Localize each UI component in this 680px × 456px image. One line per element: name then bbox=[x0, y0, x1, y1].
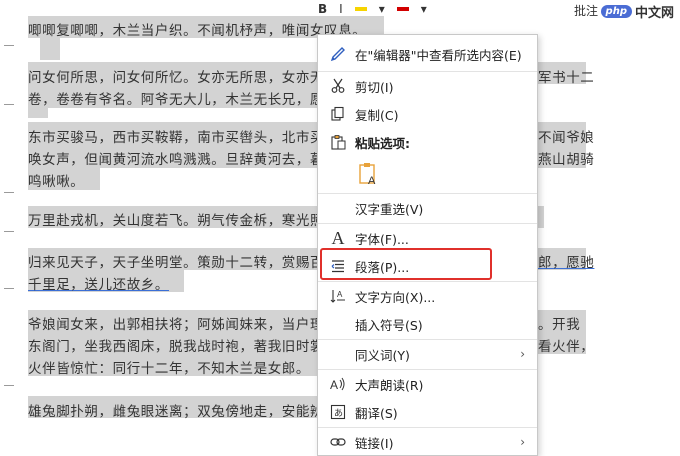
menu-item-read-aloud[interactable]: A 大声朗读(R) bbox=[318, 371, 537, 397]
comment-label[interactable]: 批注 bbox=[574, 2, 598, 19]
menu-item-view-in-editor[interactable]: 在"编辑器"中查看所选内容(E) bbox=[318, 41, 537, 67]
text-line[interactable]: 唤女声，但闻黄河流水鸣溅溅。旦辞黄河去，暮 bbox=[28, 148, 324, 168]
text-fragment[interactable]: 军书十二 bbox=[538, 66, 594, 86]
margin-mark bbox=[4, 45, 14, 46]
copy-icon bbox=[329, 105, 347, 123]
menu-item-label: 文字方向(X)... bbox=[355, 289, 436, 305]
menu-item-reselect-hanzi[interactable]: 汉字重选(V) bbox=[318, 195, 537, 221]
text-line[interactable]: 唧唧复唧唧，木兰当户织。不闻机杼声，唯闻女叹息。 bbox=[28, 19, 366, 39]
font-icon: A bbox=[331, 227, 345, 248]
pen-icon bbox=[329, 45, 347, 63]
text-line[interactable]: 鸣啾啾。 bbox=[28, 170, 84, 190]
selection-highlight bbox=[40, 38, 60, 60]
menu-item-label: 同义词(Y) bbox=[355, 347, 410, 363]
text-fragment[interactable]: 看火伴， bbox=[538, 335, 594, 355]
menu-item-label: 在"编辑器"中查看所选内容(E) bbox=[355, 47, 522, 63]
menu-separator bbox=[318, 223, 537, 224]
menu-item-synonyms[interactable]: 同义词(Y) › bbox=[318, 341, 537, 367]
text-line[interactable]: 万里赴戎机，关山度若飞。朔气传金柝，寒光照 bbox=[28, 209, 324, 229]
margin-mark bbox=[4, 192, 14, 193]
watermark-text: 中文网 bbox=[634, 6, 674, 21]
menu-item-label: 链接(I) bbox=[355, 435, 394, 451]
font-color-icon[interactable] bbox=[396, 7, 409, 11]
margin-mark bbox=[4, 288, 14, 289]
menu-separator bbox=[318, 369, 537, 370]
text-line[interactable]: 千里足，送儿还故乡。 bbox=[28, 273, 169, 293]
watermark-logo: php bbox=[600, 5, 632, 18]
svg-text:あ: あ bbox=[334, 408, 343, 419]
link-icon bbox=[329, 433, 347, 451]
text-fragment[interactable]: 燕山胡骑 bbox=[538, 148, 594, 168]
svg-text:A: A bbox=[337, 290, 343, 299]
chevron-down-icon[interactable]: ▾ bbox=[379, 2, 385, 16]
menu-item-insert-symbol[interactable]: 插入符号(S) bbox=[318, 311, 537, 337]
text-line[interactable]: 雄兔脚扑朔，雌兔眼迷离；双兔傍地走，安能辨 bbox=[28, 400, 324, 420]
selection-highlight bbox=[28, 108, 48, 118]
chevron-right-icon: › bbox=[520, 435, 525, 449]
chevron-right-icon: › bbox=[520, 347, 525, 361]
chevron-down-icon[interactable]: ▾ bbox=[421, 2, 427, 16]
text-line[interactable]: 东市买骏马，西市买鞍鞯，南市买辔头，北市买 bbox=[28, 126, 324, 146]
menu-separator bbox=[318, 71, 537, 72]
paste-keep-text-only-button[interactable]: A bbox=[354, 159, 384, 189]
margin-mark bbox=[4, 104, 14, 105]
svg-text:A: A bbox=[368, 175, 376, 186]
annotation-highlight-box bbox=[320, 248, 492, 280]
text-line[interactable]: 火伴皆惊忙：同行十二年，不知木兰是女郎。 bbox=[28, 357, 310, 377]
menu-separator bbox=[318, 193, 537, 194]
read-aloud-icon: A bbox=[329, 375, 347, 393]
scissors-icon bbox=[329, 77, 347, 95]
clipboard-icon bbox=[329, 133, 347, 151]
menu-item-translate[interactable]: あ 翻译(S) bbox=[318, 399, 537, 425]
text-fragment[interactable]: 。开我 bbox=[538, 313, 580, 333]
menu-item-label: 复制(C) bbox=[355, 107, 399, 123]
menu-item-label: 插入符号(S) bbox=[355, 317, 423, 333]
menu-separator bbox=[318, 339, 537, 340]
margin-mark bbox=[4, 231, 14, 232]
menu-item-label: 大声朗读(R) bbox=[355, 377, 424, 393]
text-line[interactable]: 爷娘闻女来，出郭相扶将；阿姊闻妹来，当户理 bbox=[28, 313, 324, 333]
menu-item-cut[interactable]: 剪切(I) bbox=[318, 73, 537, 99]
menu-item-text-direction[interactable]: A 文字方向(X)... bbox=[318, 283, 537, 309]
context-menu: 在"编辑器"中查看所选内容(E) 剪切(I) 复制(C) 粘贴选项: A 汉字重… bbox=[317, 34, 538, 456]
text-direction-icon: A bbox=[329, 287, 347, 305]
menu-item-link[interactable]: 链接(I) › bbox=[318, 429, 537, 455]
menu-item-label: 粘贴选项: bbox=[355, 135, 410, 151]
menu-item-label: 汉字重选(V) bbox=[355, 201, 424, 217]
text-fragment[interactable]: 不闻爷娘 bbox=[538, 126, 594, 146]
bold-icon[interactable]: B bbox=[318, 2, 327, 16]
text-line[interactable]: 东阁门，坐我西阁床，脱我战时袍，著我旧时裳 bbox=[28, 335, 324, 355]
text-fragment[interactable]: 郎，愿驰 bbox=[538, 251, 594, 271]
menu-item-label: 剪切(I) bbox=[355, 79, 394, 95]
menu-item-copy[interactable]: 复制(C) bbox=[318, 101, 537, 127]
text-line[interactable]: 归来见天子，天子坐明堂。策勋十二转，赏赐百 bbox=[28, 251, 324, 271]
text-line[interactable]: 问女何所思，问女何所忆。女亦无所思，女亦无 bbox=[28, 66, 324, 86]
watermark: php 中文网 bbox=[600, 2, 674, 21]
svg-text:A: A bbox=[330, 378, 338, 392]
translate-icon: あ bbox=[329, 403, 347, 421]
menu-separator bbox=[318, 281, 537, 282]
highlight-color-icon[interactable] bbox=[354, 7, 367, 11]
margin-mark bbox=[4, 385, 14, 386]
menu-separator bbox=[318, 427, 537, 428]
menu-item-label: 字体(F)... bbox=[355, 231, 409, 247]
menu-item-paste-options: 粘贴选项: bbox=[318, 129, 537, 155]
italic-icon[interactable]: I bbox=[339, 2, 343, 16]
text-line[interactable]: 卷，卷卷有爷名。阿爷无大儿，木兰无长兄，愿 bbox=[28, 88, 324, 108]
menu-item-label: 翻译(S) bbox=[355, 405, 398, 421]
